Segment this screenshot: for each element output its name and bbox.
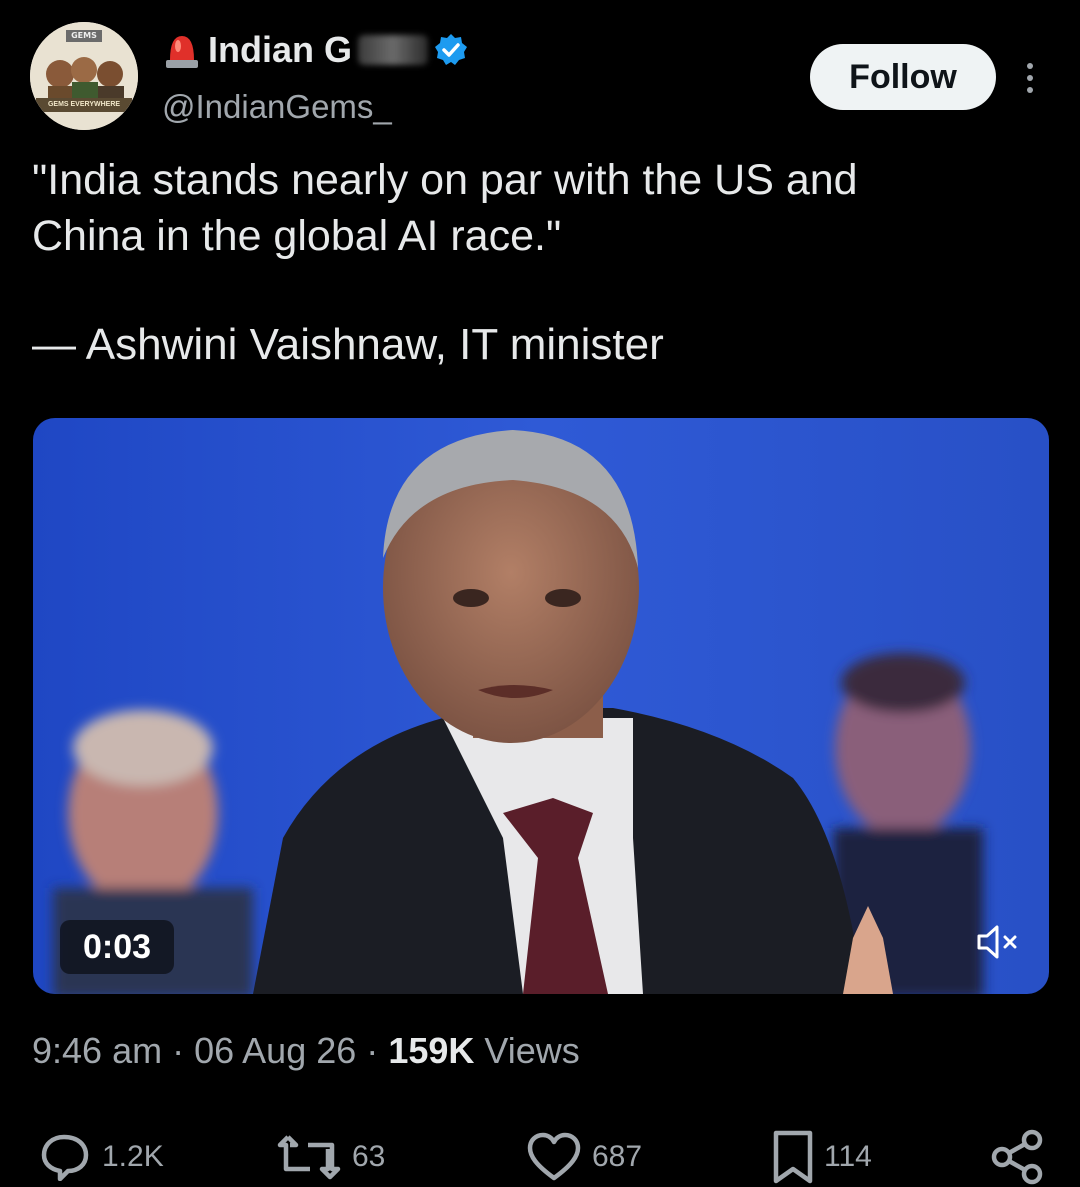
tweet-time[interactable]: 9:46 am [32, 1030, 162, 1071]
tweet-date[interactable]: 06 Aug 26 [194, 1030, 356, 1071]
meta-separator: · [172, 1030, 185, 1071]
video-frame [33, 418, 1049, 994]
bookmark-icon [773, 1130, 813, 1184]
muted-speaker-icon[interactable] [975, 922, 1021, 962]
avatar-banner-bottom: GEMS EVERYWHERE [36, 98, 132, 112]
author-name-row[interactable]: Indian G [162, 28, 468, 72]
views-label: Views [484, 1030, 580, 1071]
verified-badge-icon [435, 34, 467, 65]
video-timecode: 0:03 [60, 920, 174, 974]
avatar-banner-top: GEMS [66, 30, 102, 42]
video-player[interactable] [33, 418, 1049, 994]
share-icon [991, 1129, 1043, 1185]
reply-button[interactable]: 1.2K [40, 1128, 164, 1186]
like-count: 687 [592, 1140, 643, 1173]
author-display-name: Indian G [208, 29, 352, 70]
repost-icon [277, 1135, 341, 1180]
reply-icon [41, 1134, 89, 1181]
follow-button[interactable]: Follow [810, 44, 996, 110]
bookmark-count: 114 [824, 1140, 872, 1173]
share-button[interactable] [990, 1128, 1046, 1186]
tweet-text: "India stands nearly on par with the US … [32, 156, 858, 260]
views-count: 159K [388, 1030, 475, 1071]
more-vertical-icon[interactable] [1023, 60, 1037, 96]
blurred-name-segment [358, 35, 428, 65]
bookmark-button[interactable]: 114 [772, 1128, 872, 1186]
repost-count: 63 [352, 1140, 386, 1173]
tweet-meta: 9:46 am · 06 Aug 26 · 159K Views [32, 1030, 580, 1072]
reply-count: 1.2K [102, 1140, 164, 1173]
author-avatar[interactable]: GEMS GEMS EVERYWHERE [30, 22, 138, 130]
tweet-attribution: — Ashwini Vaishnaw, IT minister [32, 320, 664, 369]
like-button[interactable]: 687 [526, 1128, 642, 1186]
heart-icon [527, 1132, 581, 1181]
siren-emoji-icon [166, 36, 198, 68]
meta-separator: · [366, 1030, 379, 1071]
repost-button[interactable]: 63 [276, 1128, 385, 1186]
author-handle[interactable]: @IndianGems_ [162, 88, 392, 126]
